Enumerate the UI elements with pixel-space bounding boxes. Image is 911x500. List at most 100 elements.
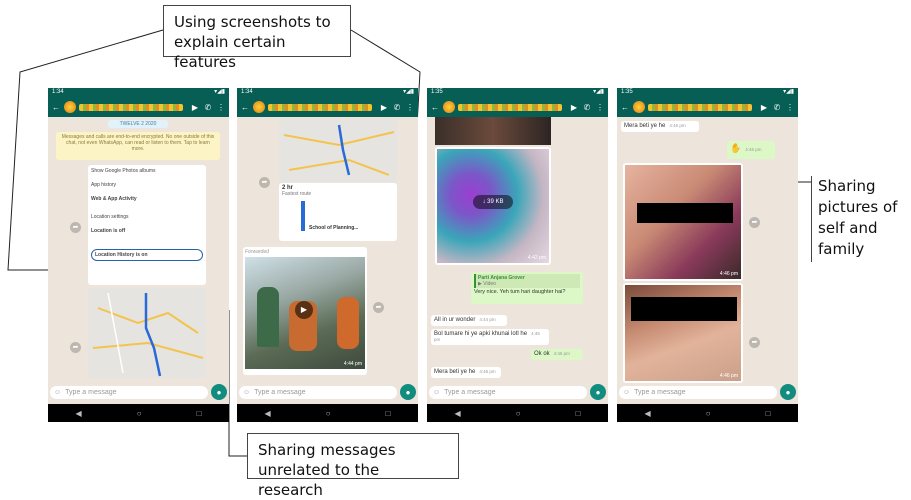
callout-unrelated-messages: Sharing messages unrelated to the resear… [247, 433, 459, 499]
mic-icon[interactable]: ● [400, 384, 416, 400]
message-time: 4:42 pm [527, 255, 546, 261]
input-placeholder: Type a message [444, 388, 496, 396]
more-options-icon[interactable]: ⋮ [405, 103, 415, 112]
back-arrow-icon[interactable]: ← [51, 103, 61, 112]
mic-icon[interactable]: ● [590, 384, 606, 400]
group-avatar[interactable] [443, 101, 455, 113]
android-nav-bar: ◀ ○ □ [427, 404, 608, 422]
play-icon[interactable]: ▶ [295, 301, 313, 319]
nav-back-icon[interactable]: ◀ [455, 409, 461, 418]
video-call-icon[interactable]: ▶ [379, 103, 389, 112]
group-avatar[interactable] [64, 101, 76, 113]
forward-icon[interactable]: ➦ [749, 337, 760, 348]
nav-back-icon[interactable]: ◀ [76, 409, 82, 418]
blurred-video-bubble[interactable]: ↓ 39 KB 4:42 pm [435, 147, 551, 265]
blurred-video-thumbnail[interactable]: ↓ 39 KB 4:42 pm [437, 149, 549, 263]
download-video-button[interactable]: ↓ 39 KB [473, 195, 513, 209]
voice-call-icon[interactable]: ✆ [203, 103, 213, 112]
message-input[interactable]: ☺ Type a message [429, 385, 587, 399]
map-screenshot[interactable] [279, 120, 397, 182]
family-photo[interactable]: 4:46 pm [625, 285, 741, 381]
mic-icon[interactable]: ● [780, 384, 796, 400]
nav-back-icon[interactable]: ◀ [645, 409, 651, 418]
message-time: 4:46 pm [719, 373, 738, 379]
message-input[interactable]: ☺ Type a message [50, 385, 208, 399]
video-thumbnail[interactable]: ▶ 4:44 pm [245, 257, 365, 369]
group-avatar[interactable] [253, 101, 265, 113]
voice-call-icon[interactable]: ✆ [392, 103, 402, 112]
settings-screenshot-bubble[interactable]: Show Google Photos albums App history We… [88, 165, 206, 285]
photo-message[interactable]: 4:46 pm [623, 163, 743, 281]
more-options-icon[interactable]: ⋮ [785, 103, 795, 112]
status-time: 1:35 [431, 89, 443, 95]
forwarded-label: Forwarded [245, 249, 269, 255]
voice-call-icon[interactable]: ✆ [772, 103, 782, 112]
emoji-icon[interactable]: ☺ [243, 389, 250, 396]
chat-area: TWELVE 2 2020 Messages and calls are end… [48, 117, 229, 381]
incoming-message[interactable]: Bol tumare hi ye apki khunai lotl he 4:45… [431, 329, 549, 345]
settings-line: Location settings [91, 214, 129, 220]
forward-icon[interactable]: ➦ [749, 217, 760, 228]
emoji-icon[interactable]: ☺ [623, 389, 630, 396]
forward-icon[interactable]: ➦ [70, 342, 81, 353]
incoming-message[interactable]: Mera beti ye he 4:46 pm [431, 367, 501, 378]
route-label: Fastest route [282, 191, 312, 197]
group-name-redacted[interactable] [268, 103, 372, 111]
encryption-notice[interactable]: Messages and calls are end-to-end encryp… [56, 132, 220, 160]
nav-home-icon[interactable]: ○ [516, 409, 521, 418]
mic-icon[interactable]: ● [211, 384, 227, 400]
group-name-redacted[interactable] [79, 103, 183, 111]
incoming-message[interactable]: All in ur wonder 4:44 pm [431, 315, 507, 326]
message-input[interactable]: ☺ Type a message [239, 385, 397, 399]
image-message[interactable] [435, 117, 551, 145]
voice-call-icon[interactable]: ✆ [582, 103, 592, 112]
message-time: 4:44 pm [479, 317, 496, 322]
photo-message[interactable]: 4:46 pm [623, 283, 743, 383]
nav-recents-icon[interactable]: □ [766, 409, 771, 418]
chat-area: Mera beti ye he 4:45 pm ✋ 4:46 pm 4:46 pm … [617, 117, 798, 383]
nav-home-icon[interactable]: ○ [137, 409, 142, 418]
phone-screenshot-2: 1:34 ▾◢▮ ← ▶ ✆ ⋮ 2 hr Fastest route Schoo… [237, 88, 418, 422]
status-bar: 1:34 ▾◢▮ [237, 88, 418, 97]
status-icons: ▾◢▮ [593, 89, 604, 95]
video-call-icon[interactable]: ▶ [190, 103, 200, 112]
family-photo[interactable]: 4:46 pm [625, 165, 741, 279]
incoming-message[interactable]: Mera beti ye he 4:45 pm [621, 121, 699, 132]
map-route-graphic [283, 124, 395, 176]
back-arrow-icon[interactable]: ← [620, 103, 630, 112]
reply-bubble[interactable]: Parti Anjana Grover ▶ Video Very nice. Y… [471, 272, 583, 304]
forwarded-video-bubble[interactable]: Forwarded ▶ 4:44 pm [243, 247, 367, 375]
forward-icon[interactable]: ➦ [70, 222, 81, 233]
nav-recents-icon[interactable]: □ [197, 409, 202, 418]
nav-home-icon[interactable]: ○ [326, 409, 331, 418]
status-bar: 1:35 ▾◢▮ [427, 88, 608, 97]
nav-back-icon[interactable]: ◀ [265, 409, 271, 418]
back-arrow-icon[interactable]: ← [240, 103, 250, 112]
forward-icon[interactable]: ➦ [373, 302, 384, 313]
group-avatar[interactable] [633, 101, 645, 113]
message-input[interactable]: ☺ Type a message [619, 385, 777, 399]
route-details-bubble[interactable]: 2 hr Fastest route School of Planning... [279, 183, 397, 241]
emoji-icon[interactable]: ☺ [433, 389, 440, 396]
back-arrow-icon[interactable]: ← [430, 103, 440, 112]
android-nav-bar: ◀ ○ □ [617, 404, 798, 422]
status-bar: 1:34 ▾◢▮ [48, 88, 229, 97]
input-placeholder: Type a message [65, 388, 117, 396]
forward-icon[interactable]: ➦ [259, 177, 270, 188]
nav-recents-icon[interactable]: □ [386, 409, 391, 418]
outgoing-message[interactable]: Ok ok 4:45 pm [531, 349, 583, 360]
group-name-redacted[interactable] [648, 103, 752, 111]
more-options-icon[interactable]: ⋮ [216, 103, 226, 112]
more-options-icon[interactable]: ⋮ [595, 103, 605, 112]
outgoing-emoji-message[interactable]: ✋ 4:46 pm [727, 141, 775, 159]
chat-header: ← ▶ ✆ ⋮ [48, 97, 229, 117]
emoji-icon[interactable]: ☺ [54, 389, 61, 396]
child-figure [257, 287, 279, 347]
nav-recents-icon[interactable]: □ [576, 409, 581, 418]
group-name-redacted[interactable] [458, 103, 562, 111]
nav-home-icon[interactable]: ○ [706, 409, 711, 418]
map-screenshot[interactable] [88, 288, 206, 378]
video-call-icon[interactable]: ▶ [569, 103, 579, 112]
video-call-icon[interactable]: ▶ [759, 103, 769, 112]
status-time: 1:34 [241, 89, 253, 95]
